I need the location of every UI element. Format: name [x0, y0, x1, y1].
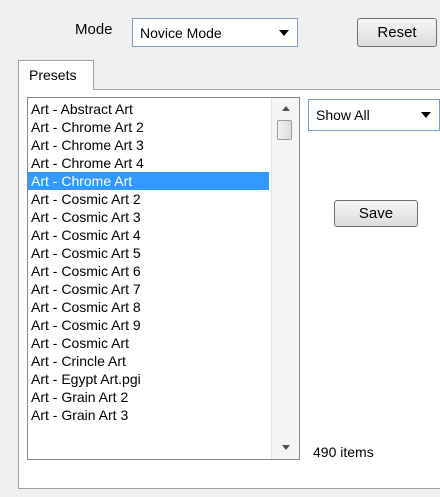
preset-list-item[interactable]: Art - Egypt Art.pgi [28, 370, 269, 388]
preset-list-item[interactable]: Art - Cosmic Art [28, 334, 269, 352]
vertical-scrollbar[interactable] [271, 98, 299, 459]
presets-listbox[interactable]: Art - Abstract Art Art - Chrome Art 2 Art … [27, 97, 300, 460]
preset-list-item[interactable]: Art - Cosmic Art 2 [28, 190, 269, 208]
filter-dropdown-value: Show All [316, 107, 370, 123]
preset-list-item[interactable]: Art - Cosmic Art 9 [28, 316, 269, 334]
preset-list-item[interactable]: Art - Abstract Art [28, 100, 269, 118]
preset-list-item[interactable]: Art - Chrome Art 3 [28, 136, 269, 154]
preset-list-item[interactable]: Art - Chrome Art 2 [28, 118, 269, 136]
preset-list-item[interactable]: Art - Grain Art 3 [28, 406, 269, 424]
preset-list-item[interactable]: Art - Chrome Art [28, 172, 269, 190]
preset-list-item[interactable]: Art - Cosmic Art 6 [28, 262, 269, 280]
tab-presets[interactable]: Presets [18, 60, 94, 90]
preset-list-item[interactable]: Art - Cosmic Art 5 [28, 244, 269, 262]
preset-list-item[interactable]: Art - Crincle Art [28, 352, 269, 370]
preset-list-item[interactable]: Art - Cosmic Art 3 [28, 208, 269, 226]
scroll-up-button[interactable] [272, 98, 299, 120]
preset-list-item[interactable]: Art - Chrome Art 4 [28, 154, 269, 172]
filter-dropdown[interactable]: Show All [308, 99, 440, 131]
tab-presets-label: Presets [29, 67, 77, 83]
preset-list-item[interactable]: Art - Grain Art 2 [28, 388, 269, 406]
scrollbar-thumb[interactable] [277, 120, 292, 140]
preset-list-item[interactable]: Art - Cosmic Art 8 [28, 298, 269, 316]
chevron-down-icon [421, 112, 431, 118]
presets-list: Art - Abstract Art Art - Chrome Art 2 Art … [28, 100, 269, 424]
save-button[interactable]: Save [334, 200, 418, 227]
arrow-down-icon [281, 445, 290, 450]
reset-button[interactable]: Reset [357, 18, 437, 47]
chevron-down-icon [279, 29, 289, 36]
preset-list-item[interactable]: Art - Cosmic Art 7 [28, 280, 269, 298]
scroll-down-button[interactable] [272, 437, 299, 459]
mode-dropdown[interactable]: Novice Mode [132, 18, 298, 47]
mode-label: Mode [75, 21, 113, 38]
arrow-up-icon [281, 106, 290, 111]
item-count: 490 items [313, 444, 374, 460]
mode-dropdown-value: Novice Mode [140, 24, 222, 41]
preset-list-item[interactable]: Art - Cosmic Art 4 [28, 226, 269, 244]
